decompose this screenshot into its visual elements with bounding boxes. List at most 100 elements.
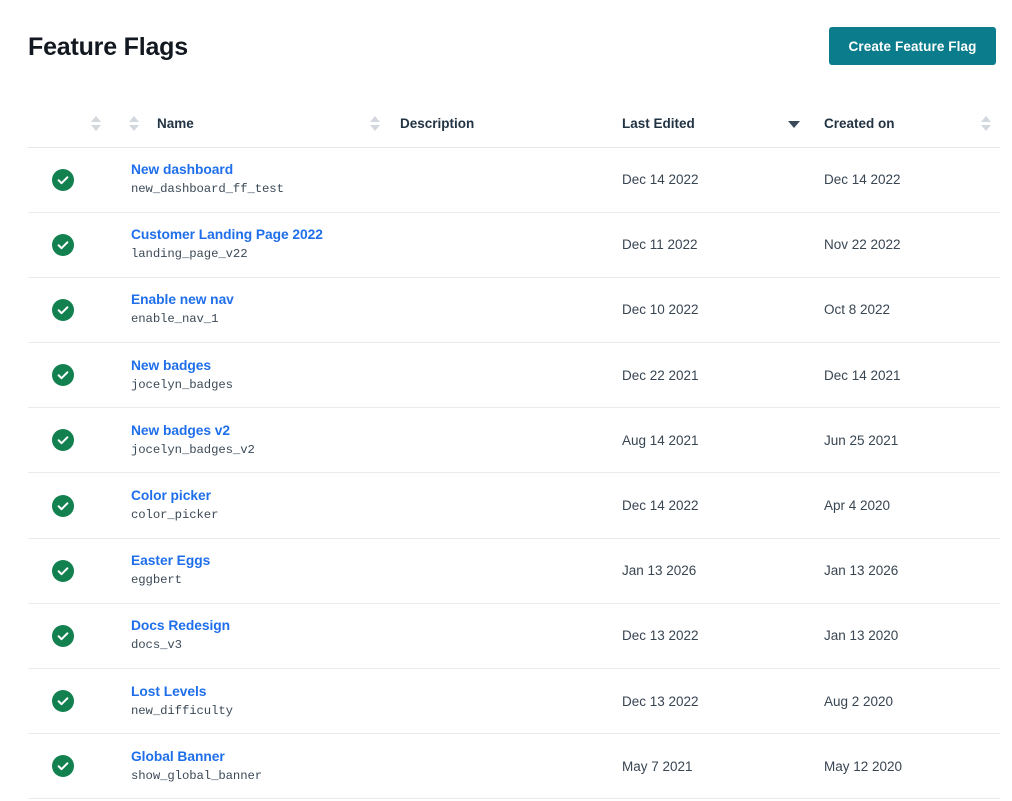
- table-row[interactable]: New badges jocelyn_badges Dec 22 2021 Dec 1…: [28, 343, 1000, 408]
- cell-status: [28, 343, 129, 408]
- table-row[interactable]: Color picker color_picker Dec 14 2022 Apr 4…: [28, 473, 1000, 539]
- table-header-row: Name Description Last Edited Created on: [28, 101, 1000, 148]
- cell-last-edited: Aug 14 2021: [622, 432, 699, 448]
- cell-status: [28, 147, 129, 212]
- cell-status: [28, 734, 129, 799]
- cell-name: Docs Redesign docs_v3: [129, 603, 370, 668]
- cell-status: [28, 212, 129, 277]
- cell-created-on: Apr 4 2020: [824, 498, 891, 514]
- check-glyph: [57, 697, 69, 706]
- cell-created-on: Dec 14 2021: [824, 367, 901, 383]
- cell-last-edited: Jan 13 2026: [622, 563, 697, 579]
- cell-created-on: Jun 25 2021: [824, 432, 899, 448]
- feature-flags-page: Feature Flags Create Feature Flag Name D…: [0, 0, 1012, 801]
- column-header-last-edited[interactable]: Last Edited: [611, 101, 813, 148]
- column-header-description-label: Description: [400, 116, 475, 132]
- feature-flags-table-container: Name Description Last Edited Created on …: [28, 101, 1000, 799]
- cell-last-edited: Dec 10 2022: [622, 302, 699, 318]
- cell-last-edited: Dec 14 2022: [622, 498, 699, 514]
- sort-icon-status[interactable]: [91, 116, 102, 132]
- table-row[interactable]: Lost Levels new_difficulty Dec 13 2022 Aug …: [28, 669, 1000, 734]
- table-row[interactable]: Global Banner show_global_banner May 7 202…: [28, 734, 1000, 799]
- flag-name-link[interactable]: Docs Redesign: [131, 617, 370, 635]
- cell-last-edited: Dec 11 2022: [622, 237, 698, 253]
- cell-name: New dashboard new_dashboard_ff_test: [129, 147, 370, 212]
- flag-key: landing_page_v22: [131, 247, 248, 262]
- flag-name-link[interactable]: New badges: [131, 357, 370, 375]
- feature-flags-table: Name Description Last Edited Created on …: [28, 101, 1000, 799]
- check-circle-icon[interactable]: [52, 690, 74, 713]
- flag-name-link[interactable]: New badges v2: [131, 422, 370, 440]
- sort-icon-name[interactable]: [129, 116, 140, 132]
- table-row[interactable]: Enable new nav enable_nav_1 Dec 10 2022 Oct…: [28, 277, 1000, 343]
- cell-status: [28, 538, 129, 603]
- sort-icon-last-edited-desc[interactable]: [788, 116, 800, 131]
- check-circle-icon[interactable]: [52, 755, 74, 778]
- check-circle-icon[interactable]: [52, 429, 74, 452]
- cell-last-edited: May 7 2021: [622, 758, 693, 774]
- column-header-name[interactable]: Name: [129, 101, 370, 148]
- table-row[interactable]: New dashboard new_dashboard_ff_test Dec 14…: [28, 147, 1000, 213]
- cell-name: Lost Levels new_difficulty: [129, 669, 370, 734]
- table-row[interactable]: New badges v2 jocelyn_badges_v2 Aug 14 202…: [28, 408, 1000, 473]
- flag-name-link[interactable]: Lost Levels: [131, 683, 370, 701]
- flag-key: eggbert: [131, 573, 182, 588]
- check-circle-icon[interactable]: [52, 298, 74, 321]
- column-header-created-on[interactable]: Created on: [813, 101, 1000, 148]
- cell-description: [370, 212, 611, 277]
- check-circle-icon[interactable]: [52, 494, 74, 517]
- sort-icon-description[interactable]: [370, 116, 381, 132]
- flag-name-link[interactable]: Customer Landing Page 2022: [131, 226, 370, 244]
- table-body: New dashboard new_dashboard_ff_test Dec 14…: [28, 147, 1000, 799]
- cell-created-on: May 12 2020: [824, 758, 903, 774]
- check-circle-icon[interactable]: [52, 168, 74, 191]
- cell-status: [28, 603, 129, 668]
- cell-name: Customer Landing Page 2022 landing_page_v…: [129, 212, 370, 277]
- cell-description: [370, 669, 611, 734]
- table-row[interactable]: Customer Landing Page 2022 landing_page_v…: [28, 212, 1000, 278]
- cell-created-on: Aug 2 2020: [824, 693, 894, 709]
- flag-key: color_picker: [131, 508, 219, 523]
- flag-key: docs_v3: [131, 638, 182, 653]
- check-circle-icon[interactable]: [52, 364, 74, 387]
- table-row[interactable]: Docs Redesign docs_v3 Dec 13 2022 Jan 13 20…: [28, 603, 1000, 669]
- check-circle-icon[interactable]: [52, 624, 74, 647]
- table-row[interactable]: Easter Eggs eggbert Jan 13 2026 Jan 13 2026: [28, 538, 1000, 604]
- check-glyph: [57, 306, 69, 315]
- column-header-description[interactable]: Description: [370, 101, 611, 148]
- flag-key: jocelyn_badges: [131, 377, 233, 392]
- cell-last-edited: Dec 22 2021: [622, 367, 699, 383]
- column-header-status[interactable]: [28, 101, 129, 148]
- column-header-last-edited-label: Last Edited: [622, 116, 695, 132]
- cell-created-on: Dec 14 2022: [824, 172, 901, 188]
- cell-name: Easter Eggs eggbert: [129, 538, 370, 603]
- create-feature-flag-button[interactable]: Create Feature Flag: [829, 27, 996, 65]
- cell-last-edited: Dec 14 2022: [622, 172, 699, 188]
- flag-key: new_difficulty: [131, 703, 233, 718]
- cell-created-on: Jan 13 2026: [824, 563, 899, 579]
- flag-name-link[interactable]: New dashboard: [131, 161, 370, 179]
- flag-name-link[interactable]: Easter Eggs: [131, 552, 370, 570]
- check-glyph: [57, 241, 69, 249]
- cell-description: [370, 538, 611, 603]
- column-header-created-on-label: Created on: [824, 116, 895, 132]
- table-header: Name Description Last Edited Created on: [28, 101, 1000, 148]
- check-circle-icon[interactable]: [52, 559, 74, 582]
- check-glyph: [57, 175, 69, 184]
- check-circle-icon[interactable]: [52, 233, 74, 256]
- flag-name-link[interactable]: Color picker: [131, 487, 370, 505]
- cell-status: [28, 473, 129, 538]
- cell-created-on: Nov 22 2022: [824, 237, 901, 253]
- flag-name-link[interactable]: Enable new nav: [131, 291, 370, 309]
- sort-icon-created-on[interactable]: [981, 116, 992, 132]
- cell-last-edited: Dec 13 2022: [622, 628, 699, 644]
- flag-key: show_global_banner: [131, 768, 263, 783]
- check-glyph: [57, 567, 69, 575]
- cell-name: Enable new nav enable_nav_1: [129, 277, 370, 342]
- cell-description: [370, 603, 611, 668]
- flag-name-link[interactable]: Global Banner: [131, 748, 370, 766]
- check-glyph: [57, 632, 69, 641]
- cell-description: [370, 343, 611, 408]
- cell-name: New badges v2 jocelyn_badges_v2: [129, 408, 370, 473]
- cell-created-on: Jan 13 2020: [824, 628, 899, 644]
